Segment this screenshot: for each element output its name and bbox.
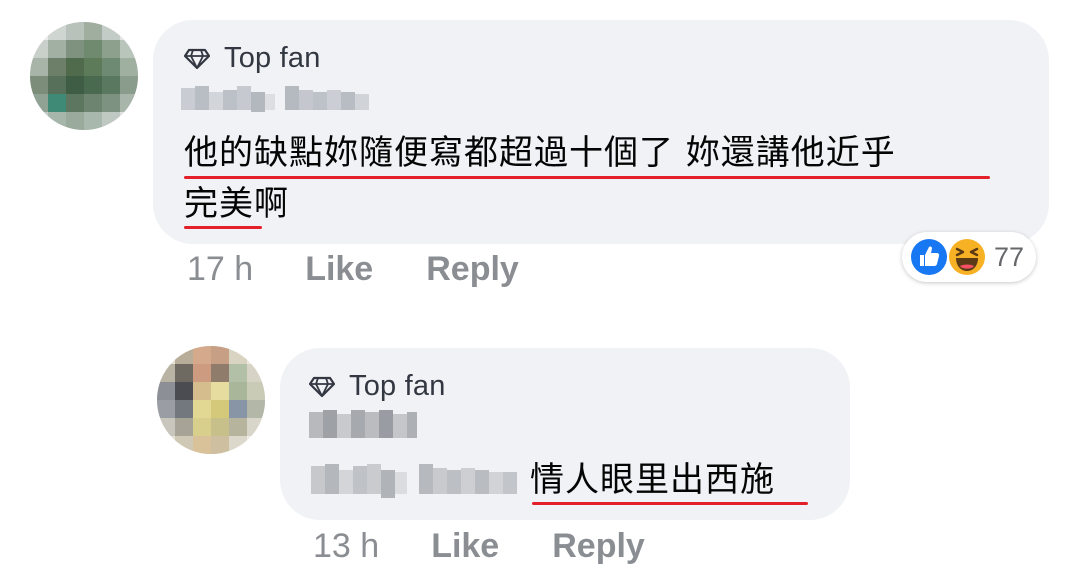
text-underline	[184, 226, 262, 229]
haha-icon	[947, 237, 987, 277]
top-fan-badge: Top fan	[184, 42, 321, 75]
timestamp[interactable]: 17 h	[187, 250, 253, 289]
comment-text-tail: 啊	[254, 184, 289, 224]
avatar[interactable]	[157, 346, 265, 454]
comment-actions: 13 h Like Reply	[313, 527, 645, 566]
comment-thread: Top fan 他的缺點妳隨便寫都超過十個了 妳還講他近乎 完美啊 77 17 …	[0, 0, 1080, 587]
comment-actions: 17 h Like Reply	[187, 250, 519, 289]
like-icon	[909, 237, 949, 277]
author-name-blurred[interactable]	[181, 82, 377, 114]
like-button[interactable]: Like	[431, 527, 499, 566]
badge-label: Top fan	[224, 42, 321, 74]
author-name-blurred[interactable]	[309, 408, 419, 442]
comment-text: 情人眼里出西施	[530, 460, 775, 500]
diamond-icon	[184, 48, 210, 69]
comment-text-line: 他的缺點妳隨便寫都超過十個了 妳還講他近乎	[184, 133, 896, 173]
timestamp[interactable]: 13 h	[313, 527, 379, 566]
reply-bubble: Top fan 情人眼里出西施	[280, 348, 850, 520]
reaction-count: 77	[994, 241, 1025, 272]
top-fan-badge: Top fan	[309, 370, 446, 403]
comment-text-line: 完美啊	[184, 180, 289, 229]
text-underline	[532, 502, 808, 505]
text-underline	[184, 176, 990, 179]
reply-button[interactable]: Reply	[552, 527, 645, 566]
badge-label: Top fan	[349, 370, 446, 402]
underlined-phrase: 完美	[184, 184, 254, 224]
reactions-summary[interactable]: 77	[902, 232, 1037, 282]
comment-bubble: Top fan 他的缺點妳隨便寫都超過十個了 妳還講他近乎 完美啊	[153, 20, 1049, 244]
diamond-icon	[309, 376, 335, 397]
tagged-name-blurred[interactable]	[311, 460, 521, 498]
reply-button[interactable]: Reply	[426, 250, 519, 289]
avatar[interactable]	[30, 22, 138, 130]
like-button[interactable]: Like	[305, 250, 373, 289]
